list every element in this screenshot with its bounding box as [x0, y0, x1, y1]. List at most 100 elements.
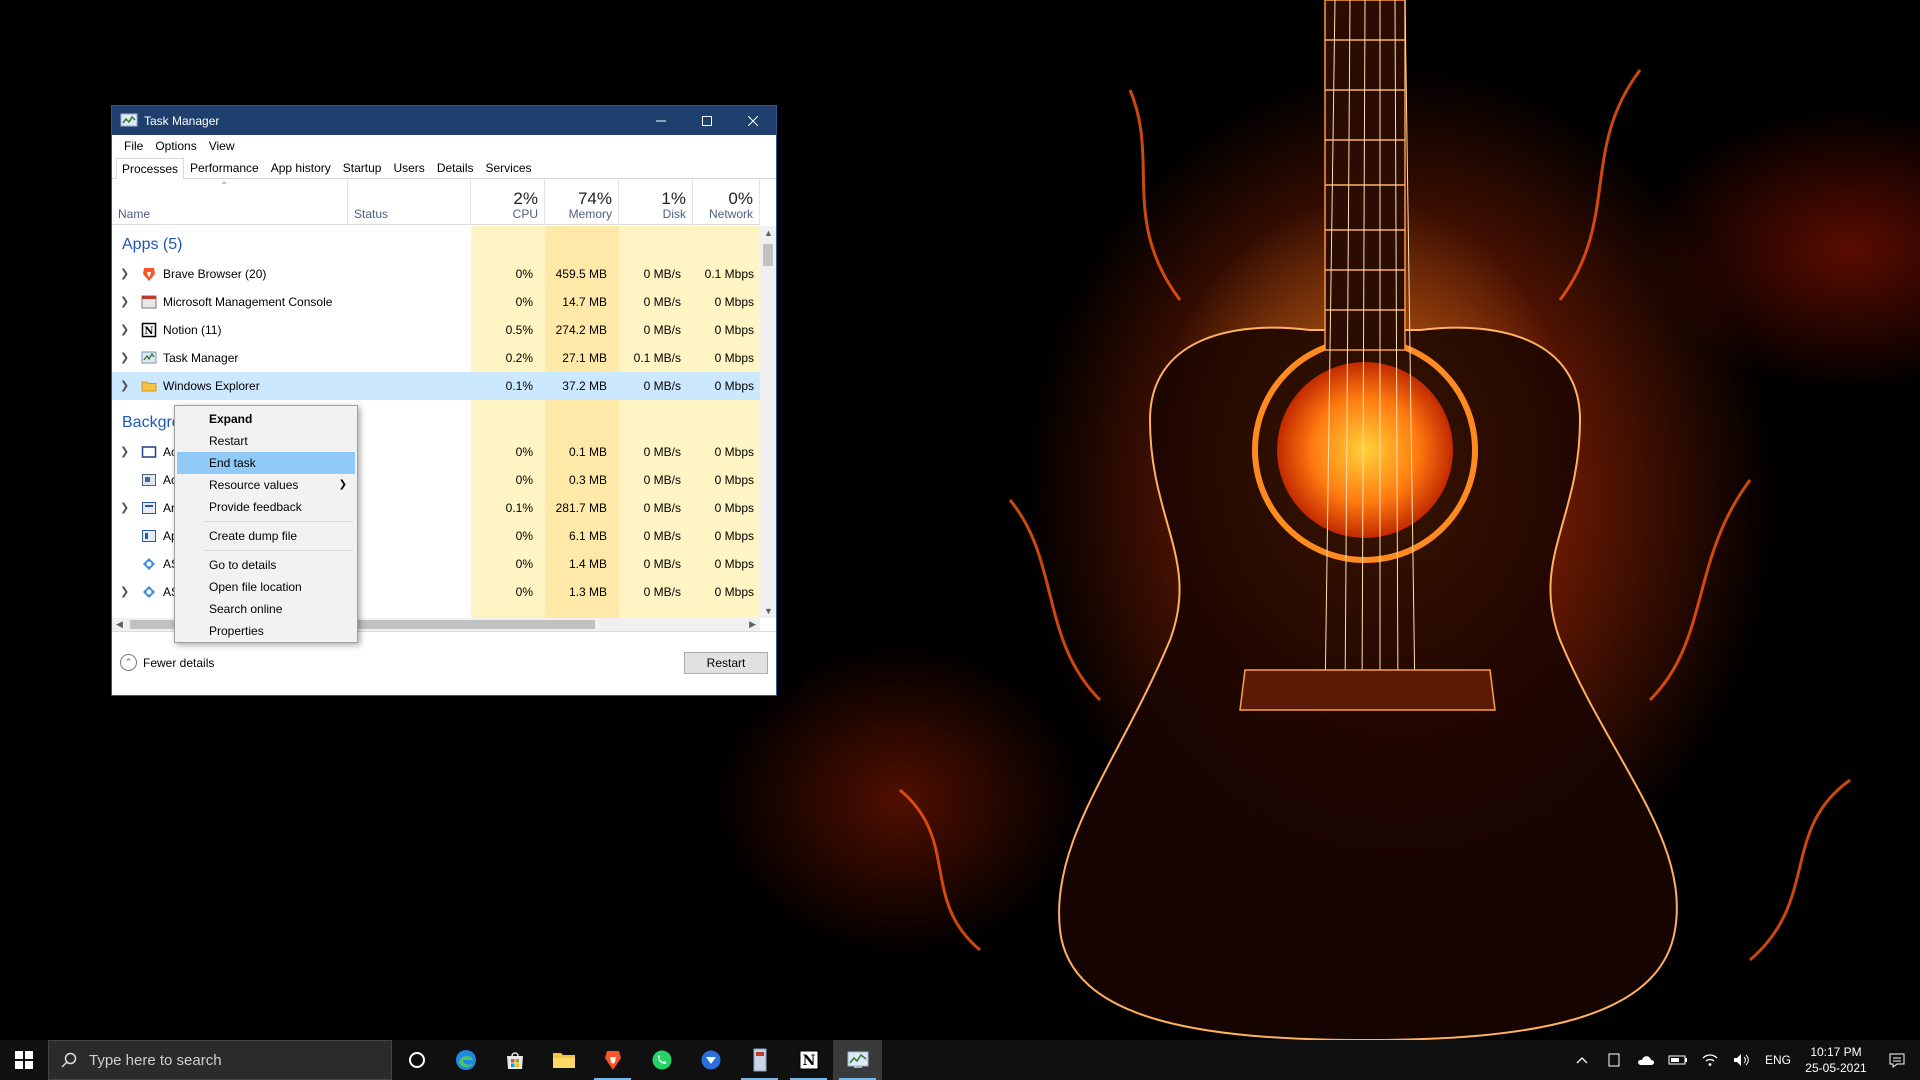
tab-performance[interactable]: Performance: [184, 157, 265, 178]
cpu-total-percent: 2%: [513, 189, 538, 208]
asus-app-icon: [143, 558, 155, 570]
memory-value: 0.1 MB: [568, 445, 607, 459]
taskbar-word-app[interactable]: [686, 1040, 735, 1080]
expand-chevron-icon[interactable]: ❯: [120, 267, 130, 280]
taskbar-brave[interactable]: [588, 1040, 637, 1080]
menu-item-go-to-details[interactable]: Go to details: [175, 554, 357, 576]
menu-item-create-dump-file[interactable]: Create dump file: [175, 525, 357, 547]
tab-users[interactable]: Users: [387, 157, 430, 178]
network-value: 0 Mbps: [714, 295, 754, 309]
brave-icon: [604, 1051, 621, 1070]
store-icon: [506, 1052, 523, 1069]
taskbar-notion[interactable]: N: [784, 1040, 833, 1080]
taskbar-edge[interactable]: [441, 1040, 490, 1080]
expand-chevron-icon[interactable]: ❯: [120, 351, 130, 364]
sort-up-icon: ⌃: [220, 181, 229, 192]
cpu-value: 0%: [515, 295, 533, 309]
expand-chevron-icon[interactable]: ❯: [120, 445, 130, 458]
expand-chevron-icon[interactable]: ❯: [120, 295, 130, 308]
tray-onedrive-button[interactable]: [1630, 1040, 1662, 1080]
tab-processes[interactable]: Processes: [116, 158, 185, 179]
expand-chevron-icon[interactable]: ❯: [120, 379, 130, 392]
tray-wifi-button[interactable]: [1694, 1040, 1726, 1080]
notification-icon: [1889, 1053, 1905, 1068]
show-hidden-icons-button[interactable]: [1566, 1040, 1598, 1080]
minimize-button[interactable]: [638, 106, 684, 135]
vertical-scroll-thumb[interactable]: [763, 244, 773, 266]
tab-app-history[interactable]: App history: [265, 157, 337, 178]
menu-view[interactable]: View: [203, 139, 241, 153]
cortana-button[interactable]: [392, 1040, 441, 1080]
process-name: Microsoft Management Console: [163, 295, 333, 309]
column-name[interactable]: ⌃ Name: [112, 179, 348, 225]
process-row-notion[interactable]: ❯ N Notion (11) 0.5% 274.2 MB 0 MB/s 0 M…: [112, 316, 760, 344]
scroll-up-arrow-icon[interactable]: ▲: [764, 228, 773, 238]
wifi-icon: [1702, 1054, 1718, 1066]
scroll-left-arrow-icon[interactable]: ◀: [116, 619, 123, 630]
column-memory[interactable]: 74% Memory: [545, 179, 619, 225]
menu-file[interactable]: File: [118, 139, 149, 153]
taskbar-clock[interactable]: 10:17 PM 25-05-2021: [1798, 1044, 1874, 1076]
network-value: 0 Mbps: [714, 379, 754, 393]
process-row-task-manager[interactable]: ❯ Task Manager 0.2% 27.1 MB 0.1 MB/s 0 M…: [112, 344, 760, 372]
taskbar-mmc[interactable]: [735, 1040, 784, 1080]
menu-item-expand[interactable]: Expand: [175, 408, 357, 430]
process-row-mmc[interactable]: ❯ Microsoft Management Console 0% 14.7 M…: [112, 288, 760, 316]
notion-icon: N: [799, 1050, 818, 1070]
input-language-indicator[interactable]: ENG: [1758, 1053, 1798, 1067]
menu-item-search-online[interactable]: Search online: [175, 598, 357, 620]
tray-volume-button[interactable]: [1726, 1040, 1758, 1080]
tray-battery-button[interactable]: [1662, 1040, 1694, 1080]
background-group-header[interactable]: Backgro: [122, 414, 181, 432]
column-cpu[interactable]: 2% CPU: [471, 179, 545, 225]
blue-circle-app-icon: [701, 1050, 720, 1070]
menu-item-restart[interactable]: Restart: [175, 430, 357, 452]
expand-chevron-icon[interactable]: ❯: [120, 501, 130, 514]
fewer-details-link[interactable]: ⌃ Fewer details: [120, 654, 214, 671]
apps-group-header[interactable]: Apps (5): [122, 236, 182, 254]
menu-item-open-file-location[interactable]: Open file location: [175, 576, 357, 598]
memory-value: 281.7 MB: [555, 501, 607, 515]
network-value: 0 Mbps: [714, 351, 754, 365]
mmc-icon: [141, 295, 157, 309]
tab-services[interactable]: Services: [480, 157, 538, 178]
tab-startup[interactable]: Startup: [337, 157, 388, 178]
process-row-brave[interactable]: ❯ Brave Browser (20) 0% 459.5 MB 0 MB/s …: [112, 260, 760, 288]
action-center-button[interactable]: [1874, 1040, 1920, 1080]
tab-details[interactable]: Details: [431, 157, 480, 178]
taskbar-task-manager[interactable]: [833, 1040, 882, 1080]
expand-chevron-icon[interactable]: ❯: [120, 323, 130, 336]
expand-chevron-icon[interactable]: ❯: [120, 585, 130, 598]
start-button[interactable]: [0, 1040, 48, 1080]
tray-tablet-button[interactable]: [1598, 1040, 1630, 1080]
memory-value: 274.2 MB: [555, 323, 607, 337]
menu-options[interactable]: Options: [149, 139, 202, 153]
taskbar-store[interactable]: [490, 1040, 539, 1080]
context-menu: Expand Restart End task Resource values …: [174, 405, 358, 643]
menu-item-end-task[interactable]: End task: [177, 452, 355, 474]
menu-item-provide-feedback[interactable]: Provide feedback: [175, 496, 357, 518]
taskbar-whatsapp[interactable]: [637, 1040, 686, 1080]
chevron-up-icon: ⌃: [120, 654, 137, 671]
taskbar-search-box[interactable]: Type here to search: [48, 1040, 392, 1080]
title-bar[interactable]: Task Manager: [112, 106, 776, 135]
column-network[interactable]: 0% Network: [693, 179, 760, 225]
scroll-right-arrow-icon[interactable]: ▶: [749, 619, 756, 630]
maximize-button[interactable]: [684, 106, 730, 135]
restart-button[interactable]: Restart: [684, 652, 768, 674]
tab-strip: Processes Performance App history Startu…: [112, 157, 776, 179]
column-status[interactable]: Status: [348, 179, 471, 225]
column-name-label: Name: [118, 207, 151, 221]
minimize-icon: [656, 120, 666, 121]
menu-item-resource-values[interactable]: Resource values ❯: [175, 474, 357, 496]
vertical-scrollbar[interactable]: ▲ ▼: [760, 226, 776, 618]
column-disk[interactable]: 1% Disk: [619, 179, 693, 225]
close-button[interactable]: [730, 106, 776, 135]
column-status-label: Status: [354, 207, 389, 221]
process-row-windows-explorer[interactable]: ❯ Windows Explorer 0.1% 37.2 MB 0 MB/s 0…: [112, 372, 760, 400]
cpu-value: 0%: [515, 473, 533, 487]
scroll-down-arrow-icon[interactable]: ▼: [764, 606, 773, 616]
menu-item-properties[interactable]: Properties: [175, 620, 357, 642]
network-value: 0 Mbps: [714, 473, 754, 487]
taskbar-file-explorer[interactable]: [539, 1040, 588, 1080]
